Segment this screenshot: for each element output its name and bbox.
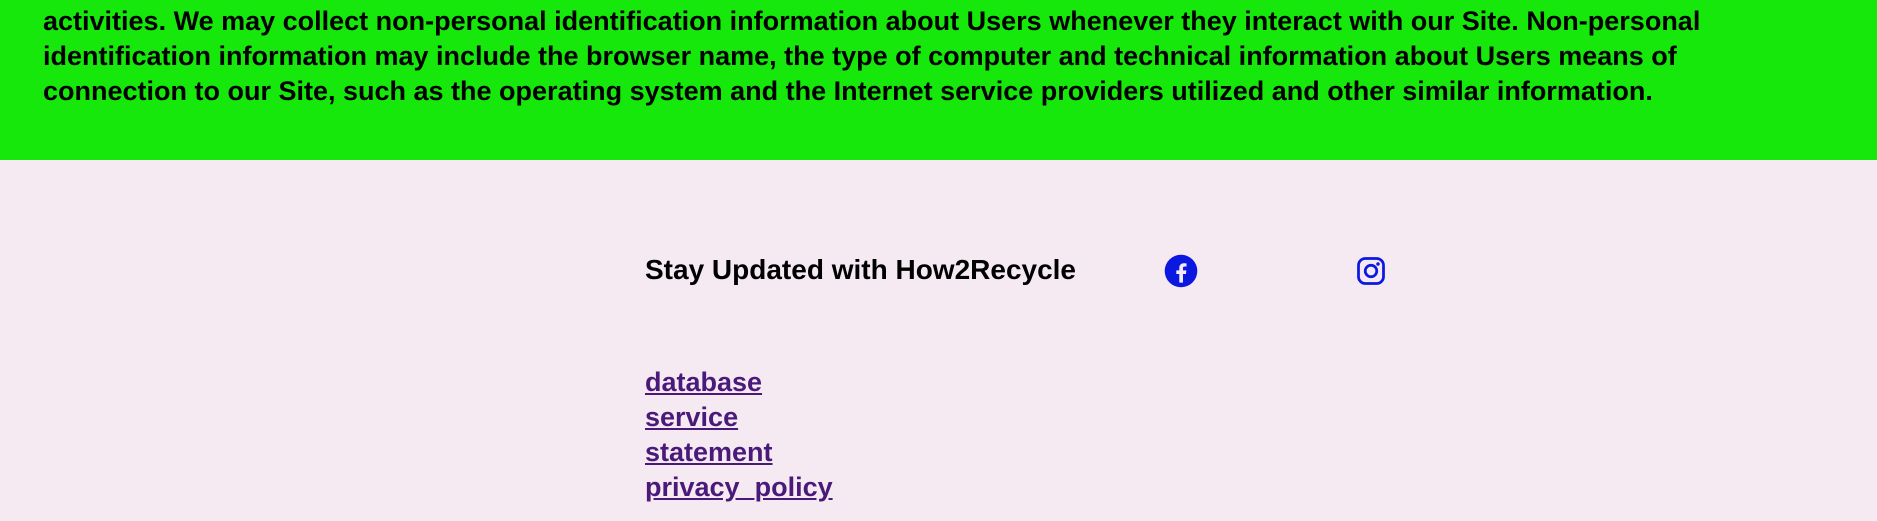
- facebook-icon[interactable]: [1164, 254, 1198, 288]
- page: activities. We may collect non-personal …: [0, 0, 1877, 521]
- privacy-paragraph: activities. We may collect non-personal …: [43, 4, 1843, 109]
- privacy-line-2: identification information may include t…: [43, 41, 1677, 71]
- instagram-icon[interactable]: [1356, 256, 1386, 286]
- link-privacy-policy[interactable]: privacy_policy: [645, 470, 833, 505]
- privacy-line-3: connection to our Site, such as the oper…: [43, 76, 1653, 106]
- link-database[interactable]: database: [645, 365, 833, 400]
- privacy-line-1: activities. We may collect non-personal …: [43, 6, 1701, 36]
- privacy-section: activities. We may collect non-personal …: [0, 0, 1877, 160]
- footer-title: Stay Updated with How2Recycle: [645, 254, 1077, 285]
- footer-links: database service statement privacy_polic…: [645, 365, 833, 505]
- link-service[interactable]: service: [645, 400, 833, 435]
- link-statement[interactable]: statement: [645, 435, 833, 470]
